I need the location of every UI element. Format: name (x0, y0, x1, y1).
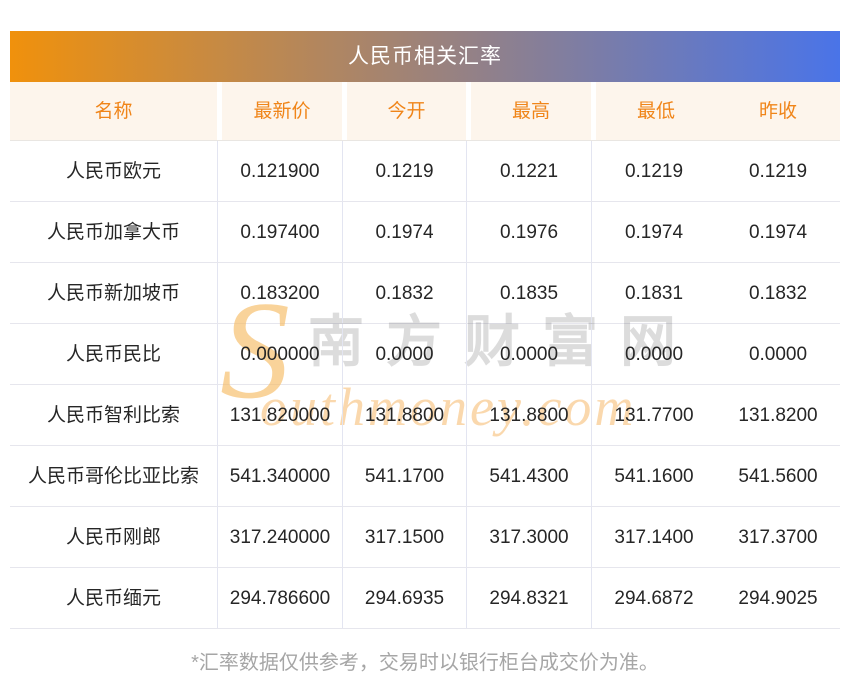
latest-price: 131.820000 (217, 385, 342, 445)
currency-pair-name: 人民币民比 (65, 344, 161, 365)
table-row: 人民币加拿大币 0.197400 0.1974 0.1976 0.1974 0.… (10, 202, 840, 263)
table-body: 人民币欧元 0.121900 0.1219 0.1221 0.1219 0.12… (10, 141, 840, 629)
latest-price: 317.240000 (217, 507, 342, 567)
high-price: 294.8321 (466, 568, 591, 628)
prev-close-price: 317.3700 (738, 527, 818, 548)
high-price: 317.3000 (466, 507, 591, 567)
low-price: 541.1600 (591, 446, 716, 506)
latest-price: 0.000000 (217, 324, 342, 384)
prev-close-price: 541.5600 (738, 466, 818, 487)
disclaimer-text: *汇率数据仅供参考，交易时以银行柜台成交价为准。 (191, 652, 659, 674)
table-title: 人民币相关汇率 (348, 45, 502, 68)
prev-close-price: 0.1219 (748, 161, 808, 182)
high-price: 131.8800 (466, 385, 591, 445)
column-header-open: 今开 (342, 82, 466, 140)
low-price: 317.1400 (591, 507, 716, 567)
currency-pair-name: 人民币哥伦比亚比索 (27, 466, 199, 487)
high-price: 0.0000 (466, 324, 591, 384)
table-row: 人民币欧元 0.121900 0.1219 0.1221 0.1219 0.12… (10, 141, 840, 202)
column-header-low: 最低 (591, 82, 716, 140)
column-header-high: 最高 (466, 82, 591, 140)
exchange-rate-table: 人民币相关汇率 名称 最新价 今开 最高 最低 昨收 人民币欧元 0.12190… (10, 31, 840, 629)
table-row: 人民币缅元 294.786600 294.6935 294.8321 294.6… (10, 568, 840, 629)
table-row: 人民币智利比索 131.820000 131.8800 131.8800 131… (10, 385, 840, 446)
low-price: 0.1974 (591, 202, 716, 262)
currency-pair-name: 人民币刚郎 (65, 527, 161, 548)
currency-pair-name: 人民币加拿大币 (46, 222, 180, 243)
open-price: 294.6935 (342, 568, 466, 628)
table-header-row: 名称 最新价 今开 最高 最低 昨收 (10, 82, 840, 141)
table-row: 人民币新加坡币 0.183200 0.1832 0.1835 0.1831 0.… (10, 263, 840, 324)
currency-pair-name: 人民币欧元 (65, 161, 161, 182)
page: 人民币相关汇率 名称 最新价 今开 最高 最低 昨收 人民币欧元 0.12190… (0, 0, 850, 697)
open-price: 541.1700 (342, 446, 466, 506)
high-price: 541.4300 (466, 446, 591, 506)
open-price: 317.1500 (342, 507, 466, 567)
prev-close-price: 0.1832 (748, 283, 808, 304)
column-header-latest: 最新价 (217, 82, 342, 140)
currency-pair-name: 人民币智利比索 (46, 405, 180, 426)
open-price: 0.1219 (342, 141, 466, 201)
prev-close-price: 0.1974 (748, 222, 808, 243)
open-price: 0.0000 (342, 324, 466, 384)
high-price: 0.1835 (466, 263, 591, 323)
column-header-name: 名称 (94, 101, 133, 122)
latest-price: 541.340000 (217, 446, 342, 506)
high-price: 0.1976 (466, 202, 591, 262)
table-row: 人民币哥伦比亚比索 541.340000 541.1700 541.4300 5… (10, 446, 840, 507)
high-price: 0.1221 (466, 141, 591, 201)
table-row: 人民币刚郎 317.240000 317.1500 317.3000 317.1… (10, 507, 840, 568)
open-price: 0.1832 (342, 263, 466, 323)
low-price: 131.7700 (591, 385, 716, 445)
open-price: 0.1974 (342, 202, 466, 262)
currency-pair-name: 人民币缅元 (65, 588, 161, 609)
low-price: 294.6872 (591, 568, 716, 628)
prev-close-price: 294.9025 (738, 588, 818, 609)
latest-price: 0.183200 (217, 263, 342, 323)
prev-close-price: 0.0000 (748, 344, 808, 365)
column-header-prev: 昨收 (758, 101, 797, 122)
table-title-bar: 人民币相关汇率 (10, 31, 840, 82)
table-row: 人民币民比 0.000000 0.0000 0.0000 0.0000 0.00… (10, 324, 840, 385)
low-price: 0.1831 (591, 263, 716, 323)
low-price: 0.1219 (591, 141, 716, 201)
open-price: 131.8800 (342, 385, 466, 445)
currency-pair-name: 人民币新加坡币 (46, 283, 180, 304)
low-price: 0.0000 (591, 324, 716, 384)
latest-price: 294.786600 (217, 568, 342, 628)
latest-price: 0.121900 (217, 141, 342, 201)
latest-price: 0.197400 (217, 202, 342, 262)
prev-close-price: 131.8200 (738, 405, 818, 426)
